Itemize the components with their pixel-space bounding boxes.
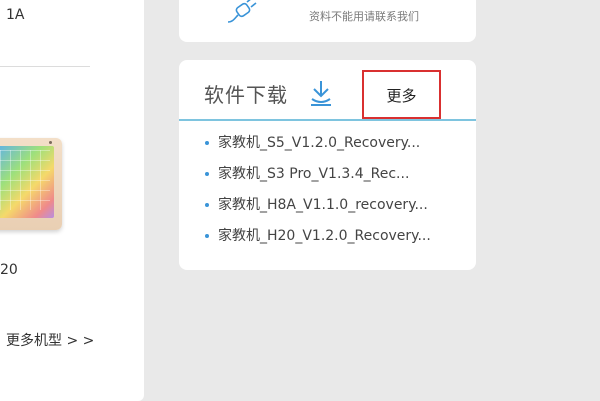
software-download-card: 软件下载 更多 家教机_S5_V1.2.0_Recovery... 家教机_S3…: [179, 60, 476, 270]
download-item-label: 家教机_S3 Pro_V1.3.4_Rec...: [218, 166, 410, 182]
download-list: 家教机_S5_V1.2.0_Recovery... 家教机_S3 Pro_V1.…: [205, 132, 431, 256]
download-item[interactable]: 家教机_H8A_V1.1.0_recovery...: [205, 194, 431, 225]
download-item-label: 家教机_H20_V1.2.0_Recovery...: [218, 228, 431, 244]
bullet-icon: [205, 141, 209, 145]
section-title: 软件下载: [204, 83, 288, 107]
contact-note: 资料不能用请联系我们: [309, 10, 419, 23]
plug-icon: [227, 0, 257, 23]
model-name-bottom[interactable]: 20: [0, 262, 18, 278]
divider: [0, 66, 90, 67]
download-item-label: 家教机_S5_V1.2.0_Recovery...: [218, 135, 421, 151]
tablet-product-image[interactable]: [0, 138, 62, 230]
left-model-panel: 1A 20 更多机型 > >: [0, 0, 144, 401]
contact-card: 资料不能用请联系我们: [179, 0, 476, 42]
tablet-camera: [49, 141, 52, 144]
title-divider: [179, 119, 476, 121]
more-button-label: 更多: [386, 87, 417, 105]
download-item[interactable]: 家教机_S3 Pro_V1.3.4_Rec...: [205, 163, 431, 194]
download-item-label: 家教机_H8A_V1.1.0_recovery...: [218, 197, 428, 213]
download-item[interactable]: 家教机_S5_V1.2.0_Recovery...: [205, 132, 431, 163]
model-name-top[interactable]: 1A: [6, 7, 24, 23]
more-button[interactable]: 更多: [362, 70, 441, 119]
tablet-app-grid: [0, 150, 50, 210]
bullet-icon: [205, 203, 209, 207]
bullet-icon: [205, 172, 209, 176]
download-item[interactable]: 家教机_H20_V1.2.0_Recovery...: [205, 225, 431, 256]
more-models-link[interactable]: 更多机型 > >: [6, 330, 94, 350]
download-icon[interactable]: [308, 79, 334, 107]
bullet-icon: [205, 234, 209, 238]
